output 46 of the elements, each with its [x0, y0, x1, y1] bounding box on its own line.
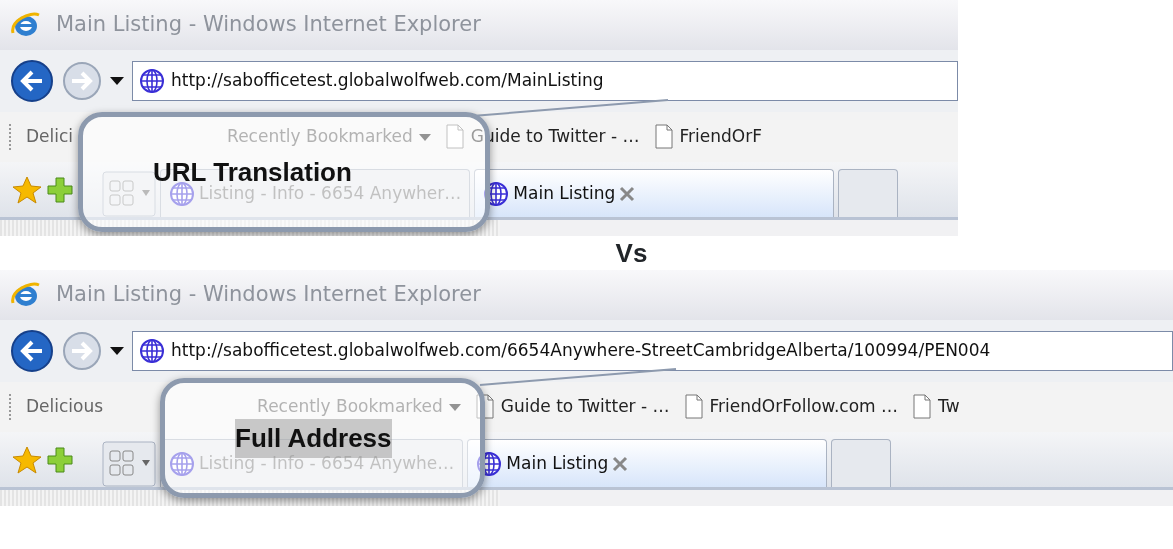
- browser-tab[interactable]: Main Listing: [474, 169, 835, 217]
- new-tab-button[interactable]: [831, 439, 892, 487]
- close-icon[interactable]: [612, 455, 629, 472]
- favorites-star-icon[interactable]: [12, 444, 42, 475]
- favorite-link[interactable]: Delici: [26, 124, 74, 150]
- quick-tabs-icon[interactable]: [102, 171, 156, 217]
- favorite-link[interactable]: Tw: [912, 394, 960, 420]
- page-icon: [444, 124, 465, 150]
- favorites-star-icon[interactable]: [12, 174, 42, 205]
- caret-icon[interactable]: [110, 77, 124, 85]
- browser-tab[interactable]: Main Listing: [467, 439, 828, 487]
- globe-icon: [139, 338, 165, 364]
- new-tab-button[interactable]: [838, 169, 899, 217]
- page-icon: [912, 394, 933, 420]
- window-title: Main Listing - Windows Internet Explorer: [56, 11, 481, 39]
- close-icon[interactable]: [619, 185, 636, 202]
- quick-tabs-icon[interactable]: [102, 441, 156, 487]
- back-button[interactable]: [10, 59, 54, 103]
- favorite-link[interactable]: Delicious: [26, 394, 104, 420]
- page-icon: [653, 124, 674, 150]
- caret-icon[interactable]: [110, 347, 124, 355]
- caret-icon: [448, 403, 461, 411]
- page-icon: [683, 394, 704, 420]
- address-field[interactable]: http://sabofficetest.globalwolfweb.com/MainListing: [132, 61, 958, 101]
- grip-icon: [8, 394, 12, 420]
- forward-button[interactable]: [62, 61, 102, 101]
- globe-icon: [169, 180, 195, 207]
- address-text: http://sabofficetest.globalwolfweb.com/MainListing: [171, 69, 604, 93]
- favorite-link[interactable]: Guide to Twitter - …: [474, 394, 670, 420]
- address-text: http://sabofficetest.globalwolfweb.com/6654Anywhere-StreetCambridgeAlberta/100994/PEN004: [171, 339, 991, 363]
- callout-text: Full Address: [235, 418, 392, 458]
- address-field[interactable]: http://sabofficetest.globalwolfweb.com/6654Anywhere-StreetCambridgeAlberta/100994/PEN004: [132, 331, 1173, 371]
- favorite-link[interactable]: FriendOrFollow.com …: [683, 394, 899, 420]
- grip-icon: [8, 124, 12, 150]
- separator-text: Vs: [614, 237, 649, 270]
- window-title: Main Listing - Windows Internet Explorer: [56, 281, 481, 309]
- globe-icon: [139, 68, 165, 94]
- add-favorite-icon[interactable]: [46, 175, 74, 204]
- caret-icon: [418, 133, 431, 141]
- favorite-link[interactable]: FriendOrF: [653, 124, 762, 150]
- forward-button[interactable]: [62, 331, 102, 371]
- page-icon: [474, 394, 495, 420]
- add-favorite-icon[interactable]: [46, 445, 74, 474]
- back-button[interactable]: [10, 329, 54, 373]
- globe-icon: [476, 450, 503, 477]
- globe-icon: [169, 450, 195, 477]
